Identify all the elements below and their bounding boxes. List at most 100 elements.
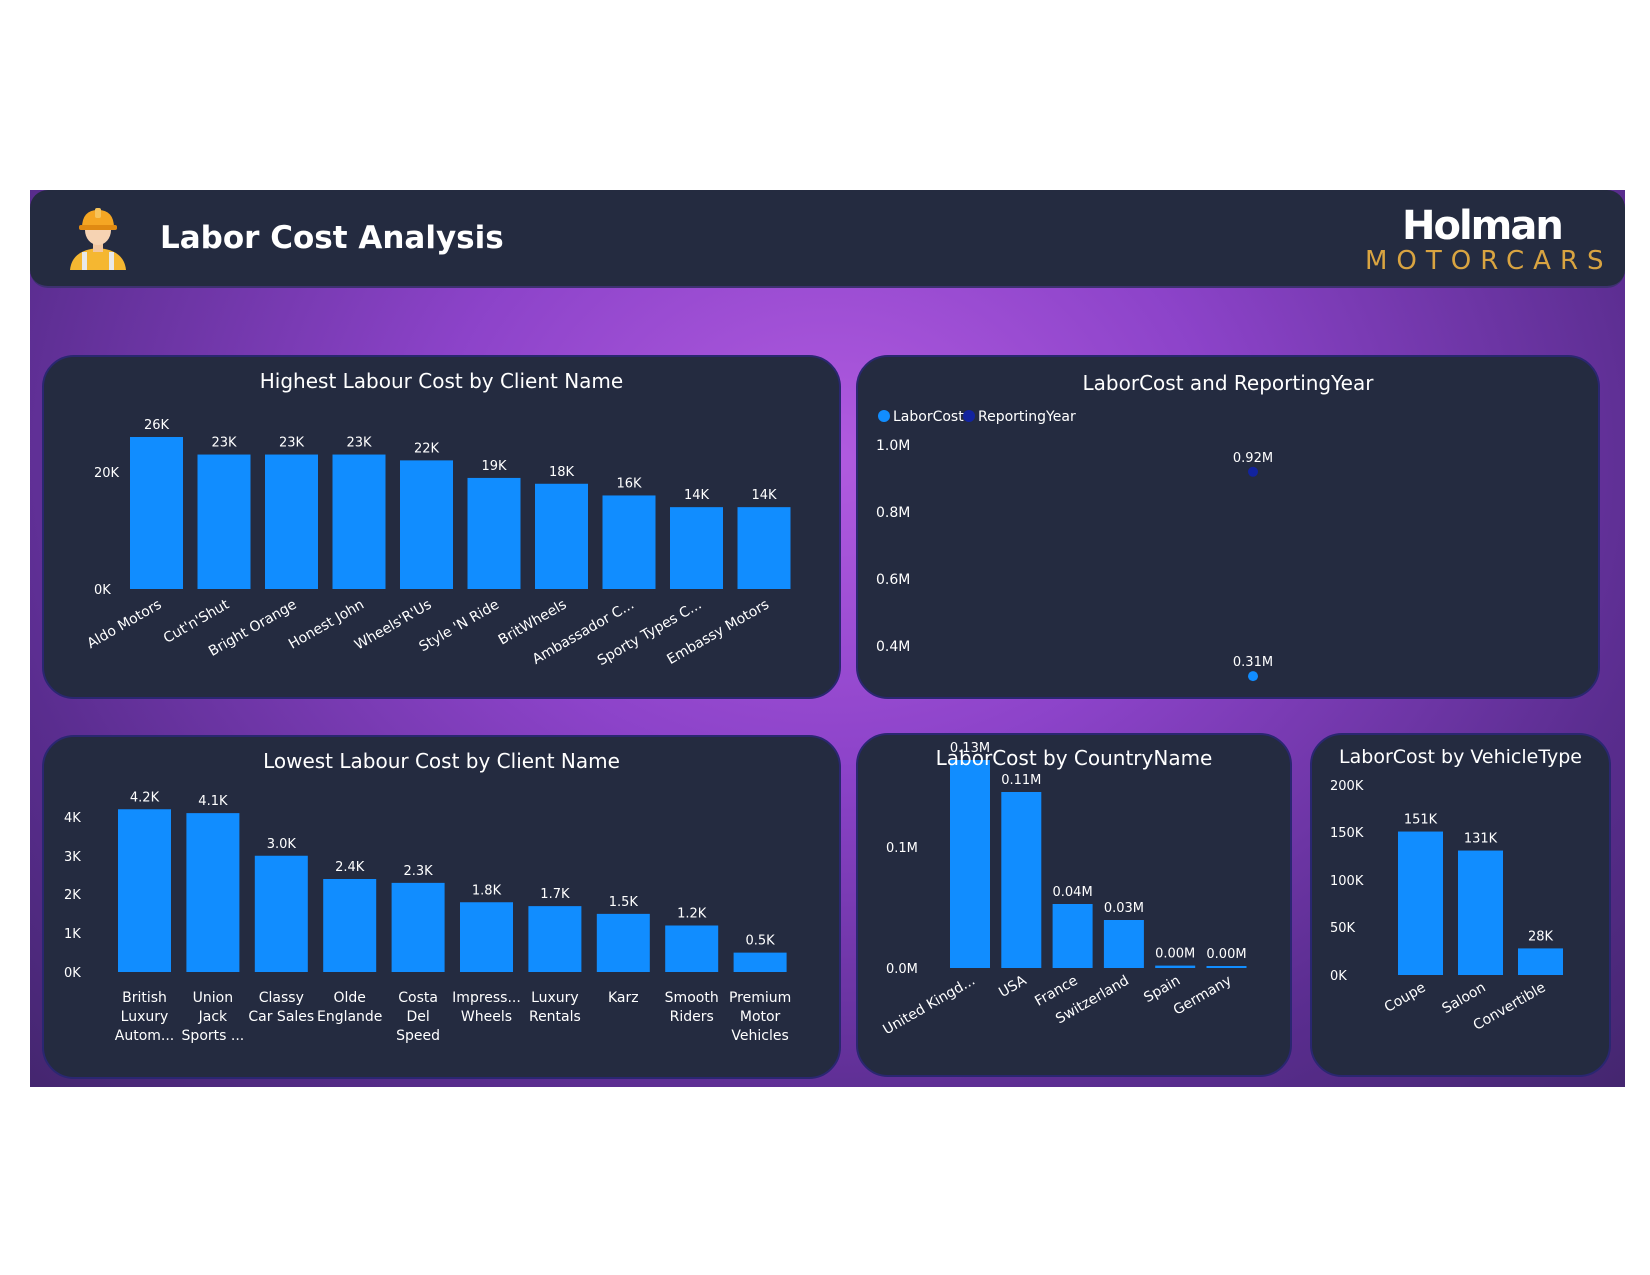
bar [130,437,183,589]
panel-vehicle: LaborCost by VehicleType 0K 50K 100K 150K 20… [1310,733,1611,1077]
x-tick-label: USA [996,972,1029,1001]
bar [733,952,787,972]
bar [602,495,656,589]
y-tick-label: 4K [64,811,81,826]
page-title: Labor Cost Analysis [160,220,504,256]
data-label: 23K [211,436,237,451]
chart-title: Lowest Labour Cost by Client Name [263,749,620,773]
data-label: 23K [279,436,305,451]
y-tick-label: 0.8M [876,505,910,521]
chart-title: Highest Labour Cost by Client Name [259,369,624,393]
chart-title: LaborCost by VehicleType [1339,746,1582,768]
bar [323,879,377,972]
bar [332,454,386,589]
data-label: 28K [1528,929,1554,944]
bar [528,906,582,972]
bar [197,454,251,589]
bar [1518,948,1563,975]
data-label: 19K [481,459,507,474]
x-tick-label: Karz [608,990,639,1006]
bar [118,809,171,972]
dashboard-background: Labor Cost Analysis Holman MOTORCARS Hig… [30,190,1625,1087]
x-tick-label: British Luxury Autom... [115,990,175,1044]
x-tick-label: Classy Car Sales [248,990,314,1025]
panel-highest: Highest Labour Cost by Client Name 0K 20K… [42,355,841,699]
data-label: 4.2K [130,790,160,805]
bar [596,913,650,972]
bar [254,855,308,972]
data-label: 0.04M [1053,885,1093,900]
data-label: 1.8K [472,883,502,898]
data-label: 0.00M [1206,947,1246,962]
panel-lowest: Lowest Labour Cost by Client Name 0K 1K 2K… [42,735,841,1079]
y-tick-label: 1.0M [876,438,910,454]
data-label: 0.00M [1155,947,1195,962]
bar [950,760,990,968]
x-tick-label: Premium Motor Vehicles [729,990,791,1044]
chart-lowest-labour-cost: 0K 1K 2K 3K 4K 4.2K British Luxury Autom... 4.1K U… [64,790,791,1044]
x-tick-label: Olde Englande [317,990,382,1025]
chart-laborcost-by-vehicle: 0K50K100K150K200K151KCoupe131KSaloon28KC… [1330,779,1563,1034]
data-label: 23K [346,436,372,451]
y-tick-label: 20K [94,466,120,481]
y-tick-label: 0K [1330,969,1347,984]
chart-highest-labour-cost: 0K20K26KAldo Motors23KCut'n'Shut23KBrigh… [85,418,791,669]
y-tick-label: 0K [94,583,111,598]
bar [1103,920,1144,968]
chart-laborcost-by-country: 0.0M0.1M0.13MUnited Kingd...0.11MUSA0.04… [880,741,1247,1039]
bar [1001,792,1042,968]
brand-logo-motorcars: MOTORCARS [1365,246,1613,276]
x-tick-label: Aldo Motors [85,597,165,652]
y-tick-label: 0.6M [876,572,910,588]
x-tick-label: Saloon [1439,980,1488,1018]
header-bar: Labor Cost Analysis Holman MOTORCARS [30,190,1625,288]
data-label: 1.7K [540,887,570,902]
bar [670,507,723,589]
bar [1206,966,1247,968]
data-label: 1.5K [609,895,639,910]
data-label: 2.3K [403,864,433,879]
x-tick-label: Impress... Wheels [452,990,521,1025]
x-tick-label: United Kingd... [880,973,978,1039]
data-label: 2.4K [335,860,365,875]
y-tick-label: 0.4M [876,639,910,655]
x-tick-label: Smooth Riders [665,990,719,1025]
data-label: 16K [616,476,642,491]
bar [535,483,588,589]
bar [391,882,445,972]
bar [737,507,791,589]
y-tick-label: 0K [64,966,81,981]
data-label: 22K [414,441,440,456]
x-tick-label: Germany [1171,973,1235,1019]
data-label: 14K [751,488,777,503]
bar [467,477,521,589]
data-label: 0.5K [745,934,775,949]
brand-logo-holman: Holman [1402,203,1564,249]
bar [1052,904,1093,968]
bar [460,902,513,972]
scatter-point [1248,671,1258,682]
data-label: 0.31M [1233,655,1273,670]
y-tick-label: 0.1M [886,841,918,856]
data-label: 3.0K [267,837,297,852]
panel-country: LaborCost by CountryName 0.0M 0.1M 0.13M Un… [856,733,1292,1077]
y-tick-label: 1K [64,927,81,942]
legend-marker-laborcost [878,410,890,422]
scatter-point [1248,466,1258,477]
x-tick-label: Luxury Rentals [529,990,581,1025]
bar [1458,850,1503,975]
y-tick-label: 3K [64,850,81,865]
data-label: 0.03M [1104,901,1144,916]
data-label: 14K [684,488,710,503]
chart-laborcost-reportingyear: LaborCost ReportingYear 0.4M 0.6M 0.8M 1.0M 0.… [876,409,1273,682]
chart-title: LaborCost and ReportingYear [1082,371,1374,395]
x-tick-label: Costa Del Speed [396,990,440,1044]
legend-label: ReportingYear [978,409,1076,425]
y-tick-label: 150K [1330,826,1364,841]
bar [265,454,318,589]
y-tick-label: 0.0M [886,962,918,977]
chart-title: LaborCost by CountryName [935,746,1213,770]
data-label: 1.2K [677,907,707,922]
bar [1155,965,1196,968]
bar [665,925,719,972]
